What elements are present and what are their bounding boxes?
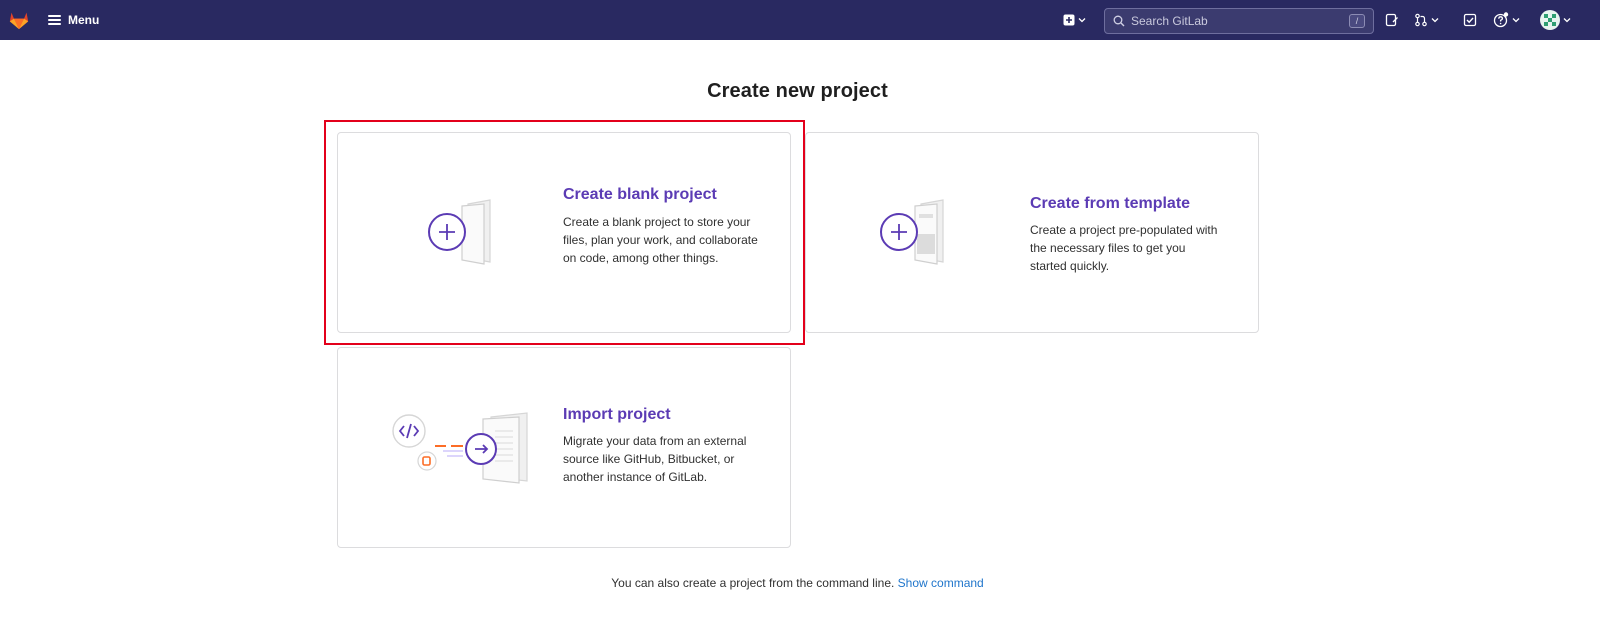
import-project-illustration-icon (392, 412, 528, 484)
help-dropdown[interactable] (1493, 10, 1520, 30)
card-title: Create blank project (563, 186, 717, 203)
card-description: Create a blank project to store your fil… (563, 215, 758, 265)
user-menu-chevron[interactable] (1563, 10, 1571, 30)
import-project-card[interactable]: Import project Migrate your data from an… (337, 347, 791, 548)
blank-project-illustration-icon (428, 199, 491, 265)
todo-checkbox-icon (1463, 13, 1477, 27)
help-question-icon (1493, 12, 1509, 28)
todos-button[interactable] (1463, 10, 1477, 30)
chevron-down-icon (1078, 18, 1086, 23)
menu-button[interactable]: Menu (48, 10, 99, 30)
create-blank-project-card[interactable]: Create blank project Create a blank proj… (337, 132, 791, 333)
show-command-link[interactable]: Show command (898, 576, 984, 590)
search-shortcut-hint: / (1349, 14, 1365, 28)
plus-square-icon (1063, 14, 1075, 26)
merge-request-icon (1415, 13, 1427, 27)
template-project-illustration-icon (880, 199, 944, 265)
card-description: Migrate your data from an external sourc… (563, 434, 747, 484)
identicon-icon (1544, 14, 1556, 26)
command-line-hint-text: You can also create a project from the c… (611, 576, 895, 590)
user-avatar[interactable] (1540, 10, 1560, 30)
menu-label: Menu (68, 13, 100, 27)
chevron-down-icon (1431, 18, 1439, 23)
search-icon (1113, 15, 1125, 27)
card-title: Import project (563, 406, 671, 423)
chevron-down-icon (1563, 18, 1571, 23)
card-title: Create from template (1030, 195, 1191, 212)
card-description: Create a project pre-populated with the … (1030, 223, 1218, 273)
top-navbar: Menu Search GitLab / (0, 0, 1600, 40)
hamburger-icon (48, 15, 61, 25)
chevron-down-icon (1512, 18, 1520, 23)
page-title: Create new project (707, 80, 888, 102)
create-from-template-card[interactable]: Create from template Create a project pr… (805, 132, 1259, 333)
create-new-dropdown[interactable] (1063, 10, 1086, 30)
search-input[interactable]: Search GitLab / (1104, 8, 1374, 34)
gitlab-logo-icon[interactable] (8, 9, 30, 31)
issues-icon (1385, 13, 1398, 27)
command-line-hint: You can also create a project from the c… (0, 576, 1595, 590)
merge-requests-dropdown[interactable] (1414, 10, 1439, 30)
search-placeholder: Search GitLab (1131, 14, 1208, 28)
issues-button[interactable] (1385, 10, 1399, 30)
